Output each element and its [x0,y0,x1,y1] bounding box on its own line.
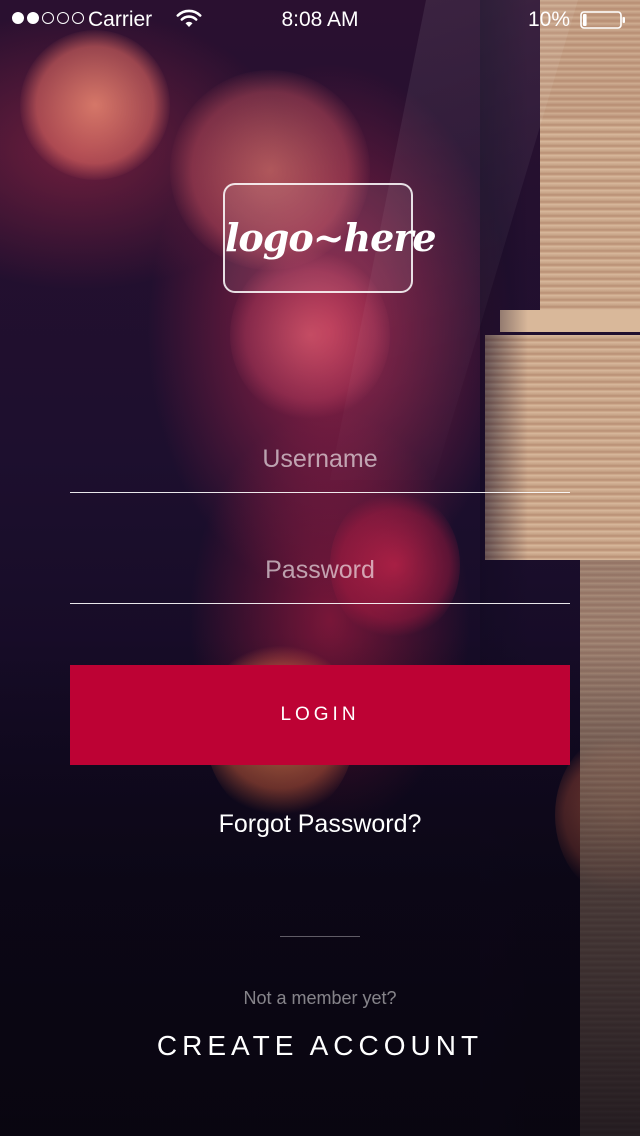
app-logo: logo~here [223,183,437,293]
divider [280,936,360,937]
password-field-container [70,544,570,604]
create-account-link[interactable]: CREATE ACCOUNT [0,1030,640,1062]
logo-text: logo~here [225,215,437,260]
book [540,120,640,310]
login-button[interactable]: LOGIN [70,665,570,765]
status-bar: Carrier 8:08 AM 10% [0,0,640,40]
battery-percent: 10% [527,8,570,31]
bokeh-light [20,30,170,180]
book [500,310,640,332]
battery-icon [580,11,625,29]
not-member-text: Not a member yet? [243,988,397,1008]
username-input[interactable] [70,433,570,492]
password-input[interactable] [70,544,570,603]
username-field-container [70,433,570,493]
login-screen: Carrier 8:08 AM 10% logo~here LOGIN Forg… [0,0,640,1136]
forgot-password-link[interactable]: Forgot Password? [0,810,640,839]
